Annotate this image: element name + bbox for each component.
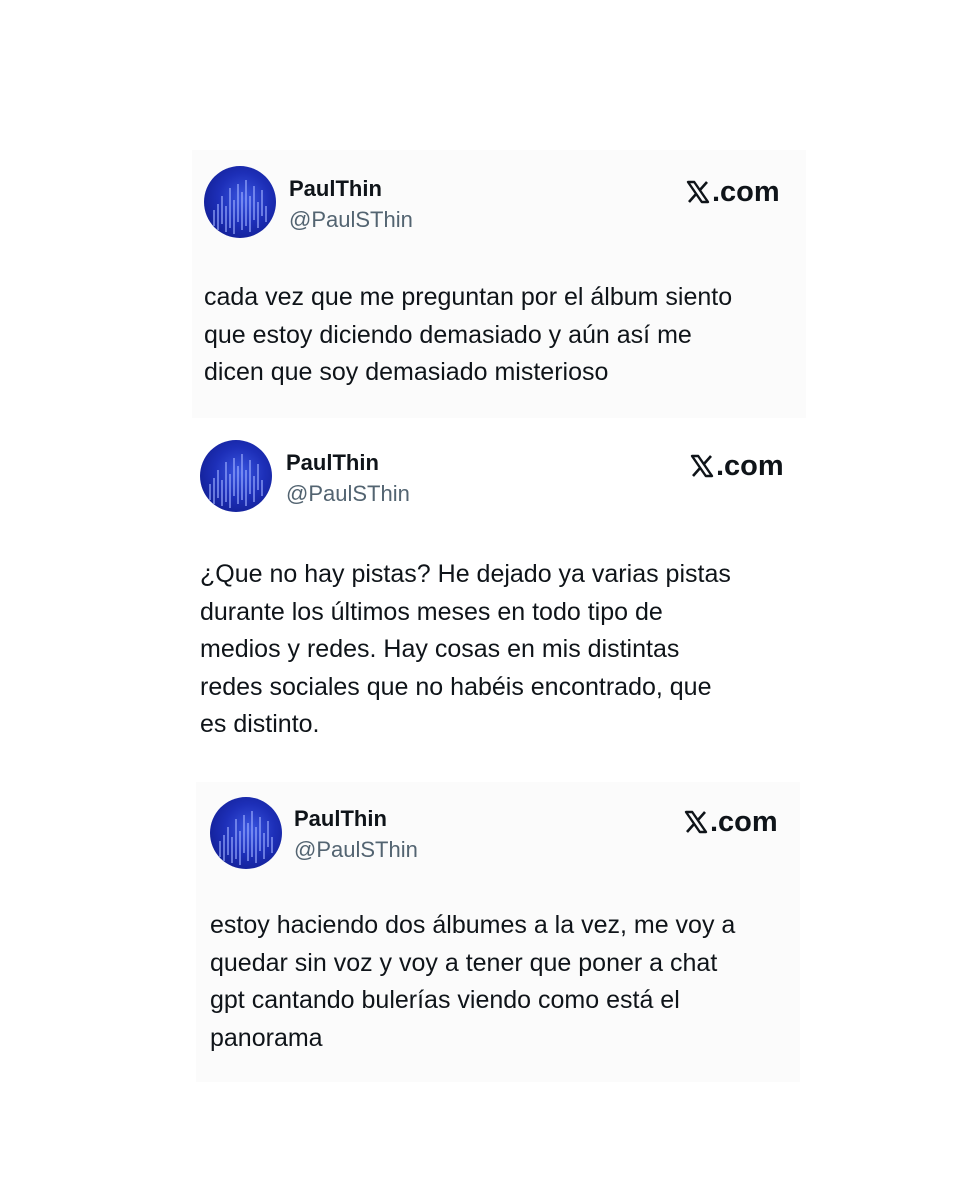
tweet-text-line: es distinto.: [200, 710, 320, 738]
tweet-text-line: que estoy diciendo demasiado y aún así m…: [204, 320, 692, 349]
x-logo-icon: [686, 180, 710, 204]
source-suffix: .com: [710, 806, 778, 838]
source-suffix: .com: [712, 176, 780, 208]
tweet-text-line: gpt cantando bulerías viendo como está e…: [210, 986, 680, 1014]
tweet-text: estoy haciendo dos álbumes a la vez, me …: [210, 907, 735, 1057]
source-suffix: .com: [716, 450, 784, 482]
tweet-text-line: redes sociales que no habéis encontrado,…: [200, 672, 712, 701]
avatar[interactable]: [210, 797, 282, 869]
tweet-text-line: quedar sin voz y voy a tener que poner a…: [210, 948, 718, 977]
user-handle[interactable]: @PaulSThin: [289, 207, 413, 233]
tweet-text-line: estoy haciendo dos álbumes a la vez, me …: [210, 911, 736, 939]
avatar-waveform-icon: [213, 180, 267, 234]
avatar-waveform-icon: [209, 454, 263, 508]
user-handle[interactable]: @PaulSThin: [286, 481, 410, 507]
tweet-text-line: ¿Que no hay pistas? He dejado ya varias …: [200, 560, 731, 588]
display-name[interactable]: PaulThin: [289, 176, 382, 202]
x-com-source-mark: .com: [684, 806, 778, 838]
tweet-text: cada vez que me preguntan por el álbum s…: [204, 279, 732, 392]
tweet-text-line: panorama: [210, 1023, 323, 1052]
display-name[interactable]: PaulThin: [294, 806, 387, 832]
avatar[interactable]: [204, 166, 276, 238]
tweet-text-line: medios y redes. Hay cosas en mis distint…: [200, 635, 680, 663]
display-name[interactable]: PaulThin: [286, 450, 379, 476]
tweet-text-line: cada vez que me preguntan por el álbum s…: [204, 283, 733, 311]
x-com-source-mark: .com: [686, 176, 780, 208]
tweet-text-line: durante los últimos meses en todo tipo d…: [200, 597, 663, 626]
tweet-text: ¿Que no hay pistas? He dejado ya varias …: [200, 556, 731, 744]
x-logo-icon: [684, 810, 708, 834]
avatar[interactable]: [200, 440, 272, 512]
tweet-text-line: dicen que soy demasiado misterioso: [204, 358, 609, 386]
x-com-source-mark: .com: [690, 450, 784, 482]
avatar-waveform-icon: [219, 811, 273, 865]
user-handle[interactable]: @PaulSThin: [294, 837, 418, 863]
x-logo-icon: [690, 454, 714, 478]
